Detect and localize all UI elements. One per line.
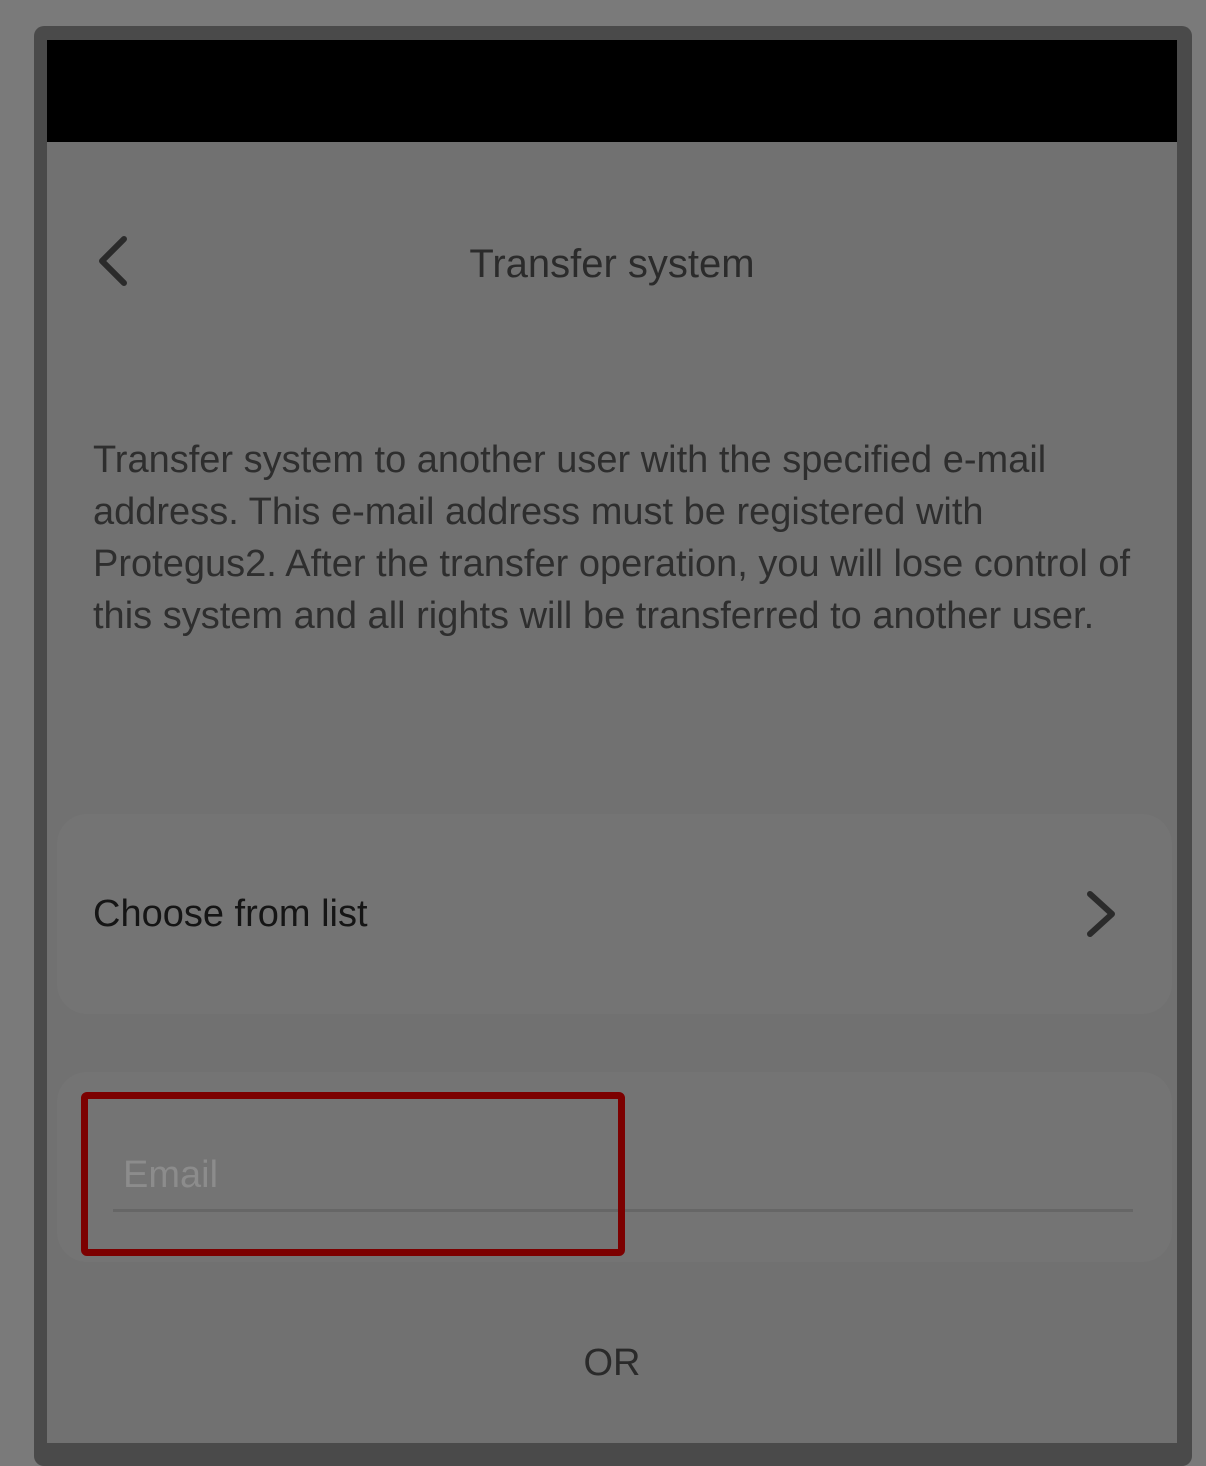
choose-from-list-button[interactable]: Choose from list [57,814,1172,1014]
page-title: Transfer system [469,242,755,286]
chevron-right-icon [1087,891,1115,937]
email-input[interactable] [113,1142,1133,1212]
or-divider-text: OR [583,1342,641,1384]
app-screen: Transfer system Transfer system to anoth… [47,142,1177,1443]
header: Transfer system [47,214,1177,314]
choose-from-list-label: Choose from list [93,893,368,935]
status-bar [47,40,1177,142]
back-button[interactable] [77,226,147,296]
chevron-left-icon [99,236,127,286]
transfer-description: Transfer system to another user with the… [93,439,1131,637]
